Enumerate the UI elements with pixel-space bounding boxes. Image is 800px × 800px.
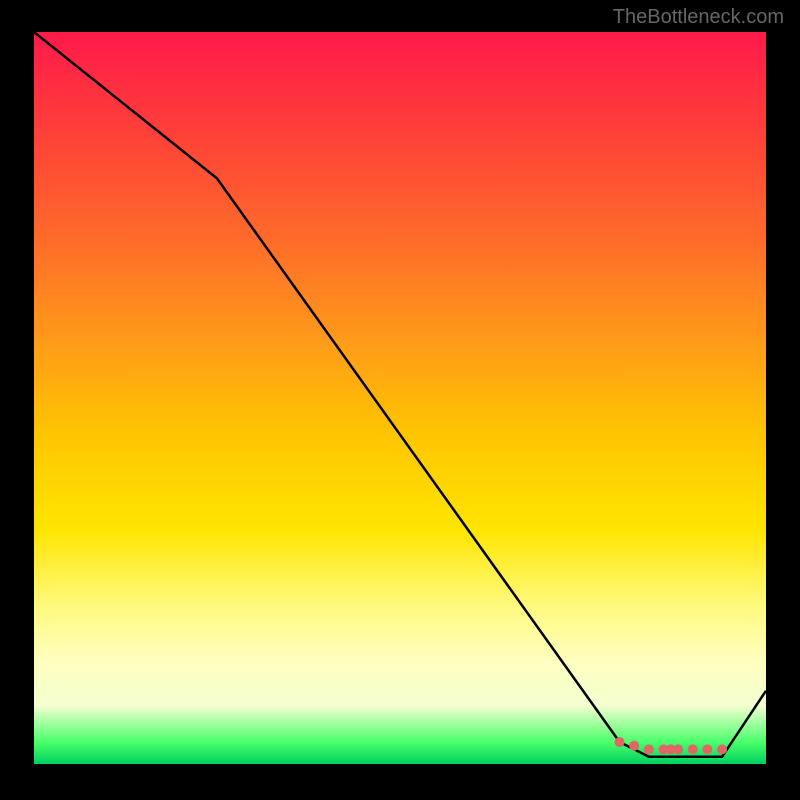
marker-point: [629, 741, 639, 751]
curve-path: [34, 32, 766, 757]
line-series: [34, 32, 766, 757]
chart-overlay: [34, 32, 766, 764]
marker-point: [702, 744, 712, 754]
marker-point: [644, 744, 654, 754]
marker-cluster: [615, 737, 728, 754]
marker-point: [717, 744, 727, 754]
watermark-text: TheBottleneck.com: [613, 6, 784, 29]
marker-point: [673, 744, 683, 754]
marker-point: [615, 737, 625, 747]
marker-point: [688, 744, 698, 754]
chart-container: TheBottleneck.com: [0, 0, 800, 800]
